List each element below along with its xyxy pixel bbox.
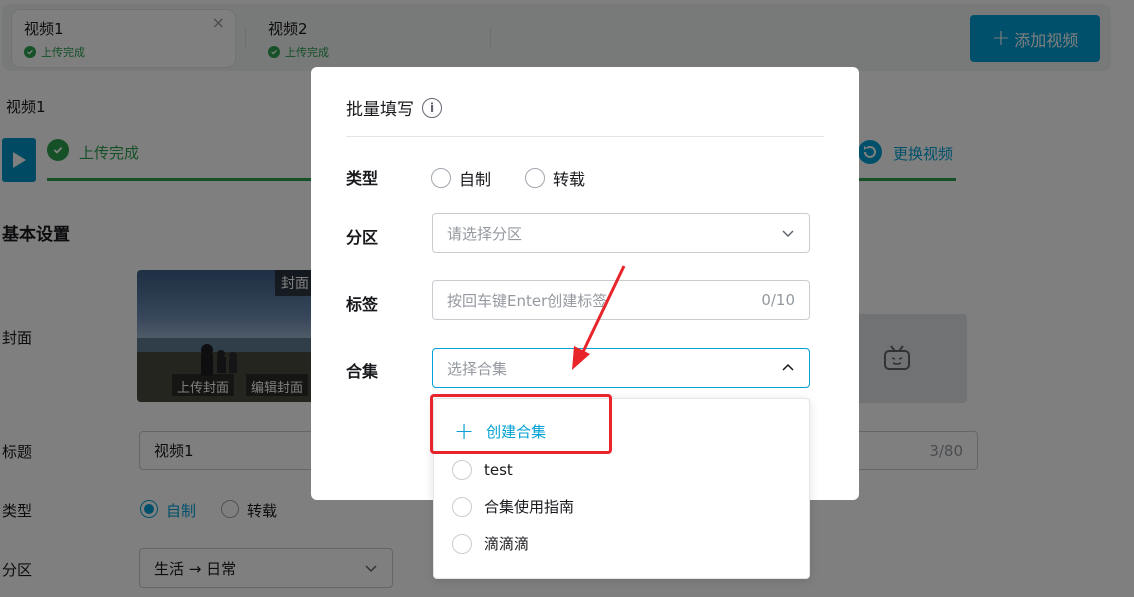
modal-type-option-self-made[interactable]: 自制: [431, 166, 491, 190]
annotation-arrow-icon: [572, 265, 626, 370]
radio-button[interactable]: [452, 496, 472, 517]
radio-button[interactable]: [452, 533, 472, 554]
modal-type-label: 类型: [346, 169, 379, 188]
modal-zone-label: 分区: [346, 228, 379, 247]
radio-button[interactable]: [525, 168, 545, 188]
radio-label: 自制: [459, 170, 492, 189]
collection-option-label: test: [484, 461, 513, 479]
radio-button[interactable]: [452, 460, 472, 480]
collection-option-label: 合集使用指南: [484, 498, 575, 516]
modal-collection-label: 合集: [346, 362, 379, 381]
chevron-up-icon: [782, 363, 794, 371]
chevron-down-icon: [782, 230, 794, 238]
modal-type-option-repost[interactable]: 转载: [525, 166, 585, 190]
modal-tags-label: 标签: [346, 295, 379, 314]
collection-option[interactable]: 滴滴滴: [452, 533, 529, 554]
tags-count: 0/10: [761, 291, 795, 309]
radio-label: 转载: [553, 170, 586, 189]
info-icon[interactable]: i: [422, 97, 442, 118]
collection-placeholder: 选择合集: [447, 359, 508, 378]
collection-option-label: 滴滴滴: [484, 535, 530, 553]
collection-option[interactable]: 合集使用指南: [452, 496, 574, 517]
radio-button[interactable]: [431, 168, 451, 188]
zone-select[interactable]: 请选择分区: [432, 213, 810, 253]
modal-title-text: 批量填写: [346, 100, 414, 120]
collection-option[interactable]: test: [452, 460, 513, 480]
annotation-highlight-box: [430, 394, 612, 454]
zone-placeholder: 请选择分区: [447, 224, 523, 243]
modal-divider: [346, 136, 824, 137]
modal-title: 批量填写 i: [346, 95, 442, 120]
